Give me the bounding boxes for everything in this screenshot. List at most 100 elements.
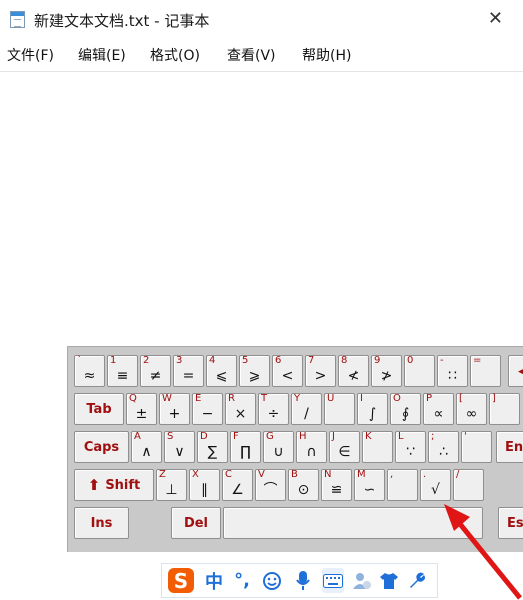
key-symbol: ∑ bbox=[207, 444, 218, 460]
key-del[interactable]: Del bbox=[171, 507, 221, 539]
key-6-row1[interactable]: 5 ⩾ bbox=[239, 355, 270, 387]
key-10-row2[interactable]: P ∝ bbox=[423, 393, 454, 425]
key-5-row3[interactable]: G ∪ bbox=[263, 431, 294, 463]
key-7-row2[interactable]: U bbox=[324, 393, 355, 425]
keyboard-icon[interactable] bbox=[322, 568, 344, 593]
key-3-row2[interactable]: E − bbox=[192, 393, 223, 425]
key-label: S bbox=[167, 431, 174, 442]
key-label: H bbox=[299, 431, 307, 442]
key-backspace[interactable]: ◀ bbox=[508, 355, 523, 387]
key-2-row2[interactable]: W + bbox=[159, 393, 190, 425]
key-esc-label: Es bbox=[507, 515, 523, 531]
key-shift[interactable]: ⬆ Shift bbox=[74, 469, 154, 501]
key-symbol: ⊙ bbox=[297, 482, 310, 498]
key-symbol: ∩ bbox=[306, 444, 317, 460]
key-8-row2[interactable]: I ∫ bbox=[357, 393, 388, 425]
key-6-row4[interactable]: N ≌ bbox=[321, 469, 352, 501]
key-label: / bbox=[456, 469, 460, 480]
chinese-mode-icon[interactable]: 中 bbox=[204, 568, 224, 593]
key-label: W bbox=[162, 393, 172, 404]
key-symbol: − bbox=[201, 406, 214, 422]
menu-edit[interactable]: 编辑(E) bbox=[78, 45, 126, 65]
menu-help[interactable]: 帮助(H) bbox=[302, 45, 351, 65]
key-11-row2[interactable]: [∞ bbox=[456, 393, 487, 425]
key-11-row3[interactable]: ' bbox=[461, 431, 492, 463]
key-4-row1[interactable]: 3 = bbox=[173, 355, 204, 387]
key-3-row4[interactable]: C ∠ bbox=[222, 469, 253, 501]
key-label: , bbox=[390, 469, 394, 480]
key-4-row4[interactable]: V ⌒ bbox=[255, 469, 286, 501]
key-8-row4[interactable]: , bbox=[387, 469, 418, 501]
key-13-row1[interactable]: = bbox=[470, 355, 501, 387]
key-11-row1[interactable]: 0 bbox=[404, 355, 435, 387]
key-12-row2[interactable]: ] bbox=[489, 393, 520, 425]
key-1-row4[interactable]: Z ⊥ bbox=[156, 469, 187, 501]
key-3-row1[interactable]: 2 ≠ bbox=[140, 355, 171, 387]
key-3-row3[interactable]: D ∑ bbox=[197, 431, 228, 463]
punctuation-icon[interactable]: °, bbox=[232, 568, 252, 593]
key-1-row1[interactable]: ` ≈ bbox=[74, 355, 105, 387]
key-9-row1[interactable]: 8 ≮ bbox=[338, 355, 369, 387]
key-4-row2[interactable]: R × bbox=[225, 393, 256, 425]
key-label: 0 bbox=[407, 355, 414, 366]
sogou-logo-icon[interactable]: S bbox=[168, 568, 194, 593]
key-esc[interactable]: Es bbox=[498, 507, 523, 539]
key-2-row3[interactable]: S ∨ bbox=[164, 431, 195, 463]
key-label: J bbox=[332, 431, 335, 442]
key-tab[interactable]: Tab bbox=[74, 393, 124, 425]
key-symbol: ∫ bbox=[368, 406, 377, 422]
key-10-row1[interactable]: 9 ≯ bbox=[371, 355, 402, 387]
key-2-row4[interactable]: X ∥ bbox=[189, 469, 220, 501]
key-8-row3[interactable]: K bbox=[362, 431, 393, 463]
key-12-row1[interactable]: - ∷ bbox=[437, 355, 468, 387]
key-caps[interactable]: Caps bbox=[74, 431, 129, 463]
soft-keyboard: ` ≈1 ≡ 2 ≠ 3 = 4 ⩽ 5 ⩾ 6 <7 >8 ≮ 9 ≯ 0- ∷ = Tab Q ± W + E − R × T ÷ Y… bbox=[67, 346, 523, 552]
key-label: 8 bbox=[341, 355, 348, 366]
key-label: 1 bbox=[110, 355, 117, 366]
skin-shirt-icon[interactable] bbox=[378, 568, 400, 593]
key-7-row3[interactable]: J ∈ bbox=[329, 431, 360, 463]
key-label: A bbox=[134, 431, 141, 442]
key-enter[interactable]: Ent bbox=[496, 431, 523, 463]
microphone-icon[interactable] bbox=[293, 568, 313, 593]
key-9-row3[interactable]: L ∵ bbox=[395, 431, 426, 463]
key-4-row3[interactable]: F ∏ bbox=[230, 431, 261, 463]
emoji-icon[interactable] bbox=[261, 568, 283, 593]
settings-wrench-icon[interactable] bbox=[406, 568, 428, 593]
key-ins[interactable]: Ins bbox=[74, 507, 129, 539]
menu-file[interactable]: 文件(F) bbox=[7, 45, 54, 65]
key-symbol: ⩽ bbox=[215, 368, 228, 384]
key-symbol: × bbox=[234, 406, 247, 422]
key-5-row2[interactable]: T ÷ bbox=[258, 393, 289, 425]
menu-format[interactable]: 格式(O) bbox=[150, 45, 200, 65]
key-label: F bbox=[233, 431, 239, 442]
key-label: K bbox=[365, 431, 372, 442]
key-label: G bbox=[266, 431, 274, 442]
user-icon[interactable] bbox=[351, 568, 373, 593]
key-9-row4[interactable]: . √ bbox=[420, 469, 451, 501]
key-symbol: ≡ bbox=[116, 368, 129, 384]
key-10-row3[interactable]: ; ∴ bbox=[428, 431, 459, 463]
key-symbol: ∨ bbox=[174, 444, 185, 460]
key-symbol: / bbox=[304, 406, 309, 422]
key-5-row1[interactable]: 4 ⩽ bbox=[206, 355, 237, 387]
key-label: [ bbox=[459, 393, 463, 404]
key-5-row4[interactable]: B ⊙ bbox=[288, 469, 319, 501]
key-label: 4 bbox=[209, 355, 216, 366]
key-10-row4[interactable]: / bbox=[453, 469, 484, 501]
menu-view[interactable]: 查看(V) bbox=[227, 45, 276, 65]
key-space[interactable] bbox=[223, 507, 483, 539]
key-1-row2[interactable]: Q ± bbox=[126, 393, 157, 425]
key-8-row1[interactable]: 7 > bbox=[305, 355, 336, 387]
key-2-row1[interactable]: 1 ≡ bbox=[107, 355, 138, 387]
key-6-row2[interactable]: Y / bbox=[291, 393, 322, 425]
key-1-row3[interactable]: A ∧ bbox=[131, 431, 162, 463]
key-6-row3[interactable]: H ∩ bbox=[296, 431, 327, 463]
key-9-row2[interactable]: O ∮ bbox=[390, 393, 421, 425]
close-icon[interactable]: ✕ bbox=[488, 8, 503, 29]
key-7-row1[interactable]: 6 < bbox=[272, 355, 303, 387]
key-7-row4[interactable]: M ∽ bbox=[354, 469, 385, 501]
key-symbol: ∽ bbox=[363, 482, 376, 498]
title-bar: 新建文本文档.txt - 记事本 ✕ bbox=[0, 0, 523, 38]
key-symbol: ∠ bbox=[231, 482, 244, 498]
